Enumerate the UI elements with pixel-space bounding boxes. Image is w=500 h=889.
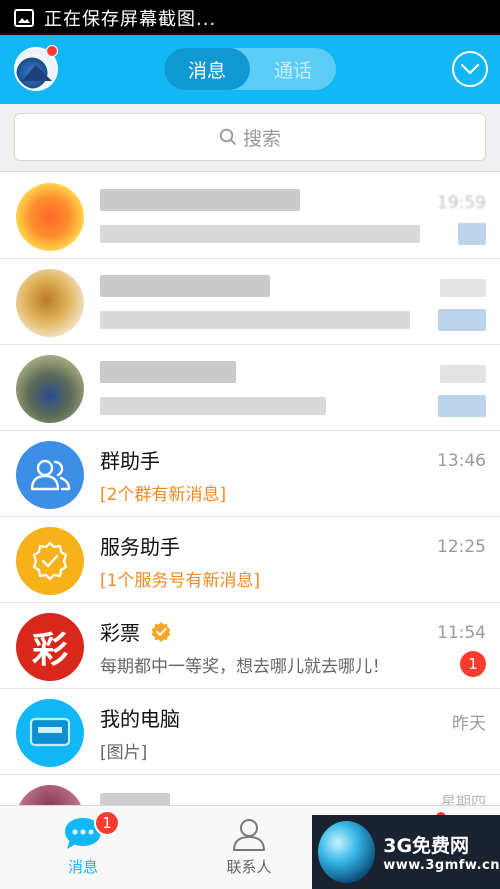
avatar: 彩 <box>16 613 84 681</box>
list-item-my-computer[interactable]: 我的电脑 [图片] 昨天 <box>0 689 500 775</box>
conversation-subtitle: [2个群有新消息] <box>100 485 227 505</box>
watermark: 3G免费网 www.3gmfw.cn <box>312 815 500 889</box>
nav-label: 消息 <box>67 858 98 876</box>
conversation-list: 19:59 群助手 [2个群有新消息] 13:46 服务助手 [1个服务号有新消… <box>0 173 500 853</box>
nav-label: 联系人 <box>226 858 272 876</box>
conversation-time: 13:46 <box>437 451 486 471</box>
nav-contacts[interactable]: 联系人 <box>166 806 332 889</box>
avatar <box>16 355 84 423</box>
avatar <box>16 527 84 595</box>
tab-messages[interactable]: 消息 <box>164 48 250 90</box>
list-item-blurred[interactable] <box>0 259 500 345</box>
notification-dot <box>46 45 58 57</box>
tab-calls[interactable]: 通话 <box>250 48 336 90</box>
list-item-blurred[interactable]: 19:59 <box>0 173 500 259</box>
verified-icon <box>151 622 171 642</box>
avatar-text: 彩 <box>31 630 68 671</box>
watermark-url: www.3gmfw.cn <box>383 858 500 873</box>
conversation-time: 12:25 <box>437 537 486 557</box>
group-icon <box>30 459 71 491</box>
search-area: 搜索 <box>0 104 500 172</box>
nav-messages[interactable]: 消息 1 <box>0 806 166 889</box>
qq-main-screen: 正在保存屏幕截图... 消息 通话 搜索 19:59 群助手 [2个群有新消息]… <box>0 0 500 889</box>
computer-icon <box>29 717 71 747</box>
conversation-time: 昨天 <box>452 714 486 734</box>
conversation-time: 19:59 <box>437 193 486 213</box>
conversation-subtitle: [1个服务号有新消息] <box>100 571 261 591</box>
list-item-service-assistant[interactable]: 服务助手 [1个服务号有新消息] 12:25 <box>0 517 500 603</box>
list-item-blurred[interactable] <box>0 345 500 431</box>
conversation-name: 服务助手 <box>100 535 180 559</box>
list-item-lottery[interactable]: 彩 彩票 每期都中一等奖，想去哪儿就去哪儿！ 11:54 1 <box>0 603 500 689</box>
watermark-title: 3G免费网 <box>383 835 470 857</box>
avatar <box>16 269 84 337</box>
conversation-name: 群助手 <box>100 449 160 473</box>
logo-orb <box>318 821 376 883</box>
app-header: 消息 通话 <box>0 35 500 104</box>
chevron-down-icon <box>460 63 480 75</box>
more-menu-button[interactable] <box>452 51 488 87</box>
search-input[interactable]: 搜索 <box>14 113 486 161</box>
conversation-subtitle: 每期都中一等奖，想去哪儿就去哪儿！ <box>100 657 389 677</box>
conversation-name: 彩票 <box>100 617 172 646</box>
verified-badge-icon <box>32 541 68 581</box>
avatar <box>16 699 84 767</box>
nav-badge: 1 <box>94 810 120 836</box>
avatar <box>16 183 84 251</box>
conversation-time: 11:54 <box>437 623 486 643</box>
avatar <box>16 441 84 509</box>
status-bar: 正在保存屏幕截图... <box>0 0 500 35</box>
unread-badge: 1 <box>460 651 486 677</box>
conversation-name: 我的电脑 <box>100 707 180 731</box>
search-placeholder: 搜索 <box>242 127 281 150</box>
search-icon <box>219 128 236 145</box>
tab-switcher: 消息 通话 <box>164 48 336 90</box>
image-icon <box>14 8 34 27</box>
list-item-group-assistant[interactable]: 群助手 [2个群有新消息] 13:46 <box>0 431 500 517</box>
conversation-subtitle: [图片] <box>100 743 148 763</box>
person-icon <box>233 819 265 851</box>
status-text: 正在保存屏幕截图... <box>44 8 217 30</box>
